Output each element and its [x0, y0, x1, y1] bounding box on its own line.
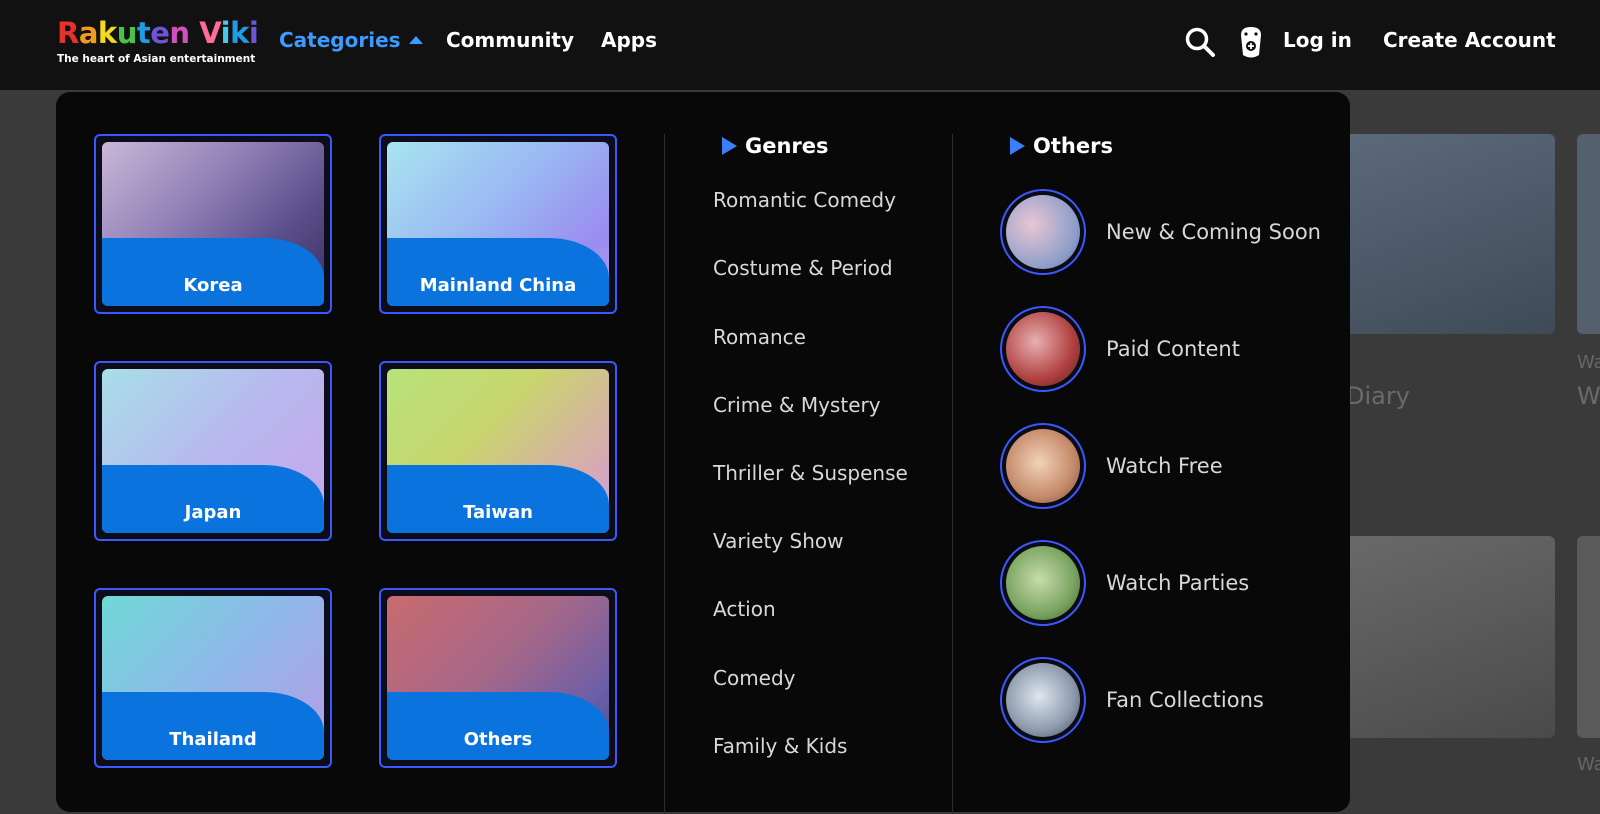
- logo-tagline: The heart of Asian entertainment: [57, 53, 256, 65]
- login-link[interactable]: Log in: [1283, 28, 1352, 52]
- create-account-link[interactable]: Create Account: [1383, 28, 1556, 52]
- nav-categories[interactable]: Categories: [279, 28, 423, 52]
- genre-item[interactable]: Action: [713, 597, 776, 621]
- nav-apps[interactable]: Apps: [601, 28, 657, 52]
- others-label: Fan Collections: [1106, 688, 1264, 712]
- others-item-paid-content[interactable]: Paid Content: [1000, 306, 1240, 392]
- genres-heading: Genres: [722, 134, 829, 158]
- others-item-watch-free[interactable]: Watch Free: [1000, 423, 1223, 509]
- country-card-others[interactable]: Others: [379, 588, 617, 768]
- search-icon[interactable]: [1184, 26, 1216, 58]
- nav-community[interactable]: Community: [446, 28, 574, 52]
- background-meta: Wa: [1577, 352, 1600, 373]
- column-divider: [664, 134, 665, 814]
- column-divider: [952, 134, 953, 814]
- caret-up-icon: [408, 36, 423, 44]
- background-title: Diary: [1346, 382, 1410, 410]
- genre-item[interactable]: Comedy: [713, 666, 796, 690]
- user-icon[interactable]: [1237, 25, 1265, 61]
- genre-item[interactable]: Romantic Comedy: [713, 188, 896, 212]
- country-card-korea[interactable]: Korea: [94, 134, 332, 314]
- others-avatar: [1000, 189, 1086, 275]
- others-label: Paid Content: [1106, 337, 1240, 361]
- triangle-right-icon: [722, 137, 737, 155]
- others-item-fan-collections[interactable]: Fan Collections: [1000, 657, 1264, 743]
- background-thumbnail: [1577, 536, 1600, 738]
- others-avatar: [1000, 540, 1086, 626]
- country-card-taiwan[interactable]: Taiwan: [379, 361, 617, 541]
- background-thumbnail: [1330, 134, 1555, 334]
- country-card-mainland-china[interactable]: Mainland China: [379, 134, 617, 314]
- logo-wordmark: Rakuten Viki: [57, 16, 259, 50]
- genre-item[interactable]: Variety Show: [713, 529, 843, 553]
- genre-item[interactable]: Romance: [713, 325, 806, 349]
- others-avatar: [1000, 306, 1086, 392]
- country-label: Others: [463, 729, 533, 750]
- others-heading-label: Others: [1033, 134, 1113, 158]
- others-heading: Others: [1010, 134, 1113, 158]
- background-thumbnail: [1577, 134, 1600, 334]
- others-label: New & Coming Soon: [1106, 220, 1321, 244]
- genre-item[interactable]: Costume & Period: [713, 256, 893, 280]
- background-meta: Wa: [1577, 754, 1600, 775]
- top-header: Rakuten Viki The heart of Asian entertai…: [0, 0, 1600, 90]
- country-label: Korea: [183, 275, 243, 296]
- rakuten-viki-logo[interactable]: Rakuten Viki The heart of Asian entertai…: [57, 16, 259, 70]
- triangle-right-icon: [1010, 137, 1025, 155]
- country-card-japan[interactable]: Japan: [94, 361, 332, 541]
- others-item-watch-parties[interactable]: Watch Parties: [1000, 540, 1249, 626]
- country-label: Taiwan: [463, 502, 533, 523]
- background-title: W: [1577, 382, 1600, 410]
- genre-item[interactable]: Family & Kids: [713, 734, 847, 758]
- genres-heading-label: Genres: [745, 134, 829, 158]
- background-thumbnail: [1330, 536, 1555, 738]
- country-card-thailand[interactable]: Thailand: [94, 588, 332, 768]
- categories-dropdown: Korea Mainland China Japan Taiwan Thaila…: [56, 92, 1350, 814]
- genre-item[interactable]: Thriller & Suspense: [713, 461, 908, 485]
- nav-categories-label: Categories: [279, 28, 401, 52]
- others-avatar: [1000, 657, 1086, 743]
- others-label: Watch Parties: [1106, 571, 1250, 595]
- others-label: Watch Free: [1106, 454, 1223, 478]
- country-label: Mainland China: [419, 275, 577, 296]
- country-label: Japan: [184, 502, 242, 523]
- country-label: Thailand: [169, 729, 257, 750]
- others-item-new-coming-soon[interactable]: New & Coming Soon: [1000, 189, 1321, 275]
- genre-item[interactable]: Crime & Mystery: [713, 393, 881, 417]
- others-avatar: [1000, 423, 1086, 509]
